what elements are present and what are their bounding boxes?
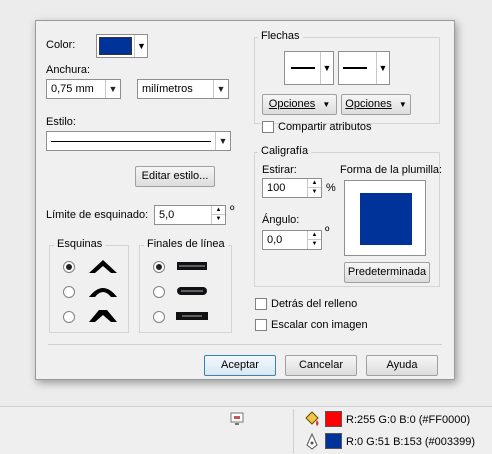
end-arrow-options-button[interactable]: Opciones ▼ bbox=[341, 94, 411, 115]
outline-pen-dialog: Color: ▼ Anchura: 0,75 mm ▼ milímetros ▼… bbox=[35, 20, 455, 380]
spin-up-icon[interactable]: ▲ bbox=[307, 231, 321, 240]
cap-butt-icon bbox=[177, 262, 207, 270]
options-label: Opciones bbox=[345, 98, 392, 110]
options-label: Opciones bbox=[268, 98, 316, 110]
outline-color-swatch[interactable] bbox=[325, 433, 342, 449]
chevron-down-icon: ▼ bbox=[320, 52, 333, 84]
spin-up-icon[interactable]: ▲ bbox=[211, 206, 225, 215]
cap-round-icon bbox=[177, 287, 207, 295]
cap-butt-radio[interactable] bbox=[153, 261, 165, 273]
angle-unit: º bbox=[325, 224, 330, 238]
status-bar: R:255 G:0 B:0 (#FF0000) R:0 G:51 B:153 (… bbox=[0, 406, 492, 454]
corner-round-icon bbox=[89, 288, 117, 297]
fill-color-chip bbox=[326, 412, 341, 426]
units-value: milímetros bbox=[142, 83, 193, 95]
corner-round-radio[interactable] bbox=[63, 286, 75, 298]
style-label: Estilo: bbox=[46, 116, 76, 128]
miter-limit-label: Límite de esquinado: bbox=[46, 209, 149, 221]
help-button[interactable]: Ayuda bbox=[366, 355, 438, 376]
end-arrow-combo[interactable]: ▼ bbox=[338, 51, 390, 85]
chevron-down-icon: ▼ bbox=[215, 132, 230, 150]
fill-bucket-icon bbox=[305, 411, 319, 426]
stretch-spinner[interactable]: 100 ▲ ▼ bbox=[262, 178, 322, 198]
line-style-preview bbox=[51, 141, 211, 142]
cap-square-radio[interactable] bbox=[153, 311, 165, 323]
stretch-unit: % bbox=[326, 182, 336, 194]
miter-unit: º bbox=[230, 203, 235, 217]
behind-fill-checkbox[interactable] bbox=[255, 298, 267, 310]
fill-color-text: R:255 G:0 B:0 (#FF0000) bbox=[346, 414, 471, 426]
chevron-down-icon: ▼ bbox=[134, 35, 148, 57]
spin-up-icon[interactable]: ▲ bbox=[307, 179, 321, 188]
share-attributes-checkbox[interactable] bbox=[262, 121, 274, 133]
ok-button[interactable]: Aceptar bbox=[204, 355, 276, 376]
calligraphy-title: Caligrafía bbox=[258, 145, 312, 157]
nib-shape-square bbox=[360, 193, 412, 245]
start-arrow-options-button[interactable]: Opciones ▼ bbox=[262, 94, 337, 115]
spin-down-icon[interactable]: ▼ bbox=[211, 215, 225, 224]
color-swatch bbox=[99, 37, 132, 55]
corners-title: Esquinas bbox=[54, 238, 106, 250]
corner-miter-radio[interactable] bbox=[63, 261, 75, 273]
spin-down-icon[interactable]: ▼ bbox=[307, 188, 321, 197]
line-caps-title: Finales de línea bbox=[144, 238, 228, 250]
units-combo[interactable]: milímetros ▼ bbox=[137, 79, 229, 99]
corner-bevel-icon bbox=[89, 310, 117, 322]
miter-limit-value: 5,0 bbox=[159, 209, 175, 221]
outline-color-chip bbox=[326, 434, 341, 448]
miter-limit-spinner[interactable]: 5,0 ▲ ▼ bbox=[154, 205, 226, 225]
arrow-preview-icon bbox=[291, 67, 315, 69]
color-label: Color: bbox=[46, 39, 76, 51]
chevron-down-icon: ▼ bbox=[376, 52, 389, 84]
angle-value: 0,0 bbox=[267, 234, 283, 246]
chevron-down-icon: ▼ bbox=[105, 80, 120, 98]
default-nib-button[interactable]: Predeterminada bbox=[344, 262, 430, 283]
nib-shape-preview[interactable] bbox=[344, 180, 426, 256]
cancel-button[interactable]: Cancelar bbox=[285, 355, 357, 376]
arrows-title: Flechas bbox=[258, 30, 303, 42]
angle-label: Ángulo: bbox=[262, 214, 300, 226]
fill-color-swatch[interactable] bbox=[325, 411, 342, 427]
arrow-preview-icon bbox=[343, 67, 367, 69]
share-attributes-label: Compartir atributos bbox=[278, 121, 372, 133]
stretch-value: 100 bbox=[267, 182, 286, 194]
stretch-label: Estirar: bbox=[262, 164, 297, 176]
chevron-down-icon: ▼ bbox=[398, 100, 407, 109]
edit-style-button[interactable]: Editar estilo... bbox=[135, 166, 215, 187]
status-divider bbox=[293, 409, 294, 453]
behind-fill-label: Detrás del relleno bbox=[271, 298, 358, 310]
nib-shape-label: Forma de la plumilla: bbox=[340, 164, 443, 176]
monitor-icon bbox=[230, 412, 244, 425]
outline-color-text: R:0 G:51 B:153 (#003399) bbox=[346, 436, 476, 448]
width-value: 0,75 mm bbox=[51, 83, 94, 95]
corner-miter-icon bbox=[89, 260, 117, 273]
color-picker[interactable]: ▼ bbox=[96, 34, 148, 58]
chevron-down-icon: ▼ bbox=[213, 80, 228, 98]
start-arrow-combo[interactable]: ▼ bbox=[284, 51, 334, 85]
scale-with-image-label: Escalar con imagen bbox=[271, 319, 368, 331]
width-combo[interactable]: 0,75 mm ▼ bbox=[46, 79, 121, 99]
cap-square-icon bbox=[176, 312, 208, 320]
style-combo[interactable]: ▼ bbox=[46, 131, 231, 151]
spin-down-icon[interactable]: ▼ bbox=[307, 240, 321, 249]
width-label: Anchura: bbox=[46, 64, 91, 76]
chevron-down-icon: ▼ bbox=[322, 100, 331, 109]
separator bbox=[48, 344, 442, 345]
outline-pen-icon bbox=[306, 433, 318, 450]
corner-bevel-radio[interactable] bbox=[63, 311, 75, 323]
angle-spinner[interactable]: 0,0 ▲ ▼ bbox=[262, 230, 322, 250]
scale-with-image-checkbox[interactable] bbox=[255, 319, 267, 331]
cap-round-radio[interactable] bbox=[153, 286, 165, 298]
